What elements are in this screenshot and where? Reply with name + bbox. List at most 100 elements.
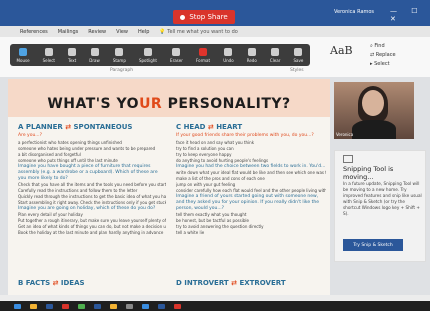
section-word2: IDEAS [60, 279, 85, 287]
participant-name: Veronica [336, 132, 354, 137]
text-icon [68, 47, 77, 56]
snipping-tool-notification: Snipping Tool is moving... In a future u… [334, 150, 426, 262]
section-letter: D [176, 279, 182, 287]
tool-label: Clear [269, 57, 281, 63]
scissors-icon [343, 155, 353, 163]
taskbar-app-icon[interactable] [126, 303, 133, 309]
tool-label: Mouse [16, 57, 30, 63]
menu-item-mailings[interactable]: Mailings [58, 29, 79, 35]
list-item: Book the holiday at the last minute and … [18, 230, 164, 235]
taskbar-app-icon[interactable] [158, 303, 165, 309]
tool-label: Text [68, 57, 77, 63]
annotate-tool-spotlight[interactable]: Spotlight [138, 47, 157, 63]
taskbar-app-icon[interactable] [78, 303, 85, 309]
format-icon [199, 47, 208, 56]
try-snip-sketch-button[interactable]: Try Snip & Sketch [343, 239, 403, 251]
section-word2: SPONTANEOUS [73, 123, 133, 131]
find-button[interactable]: ⌕ Find [370, 42, 396, 51]
section-introvert-extrovert-heading: D INTROVERT ⇄ EXTROVERT [176, 279, 286, 287]
replace-label: Replace [375, 52, 396, 58]
styles-preview[interactable]: AaB [330, 44, 353, 57]
tool-label: Undo [223, 57, 234, 63]
video-feed[interactable] [334, 82, 414, 139]
group-styles: Styles [290, 68, 304, 73]
save-icon [294, 47, 303, 56]
editing-group: ⌕ Find ⇄ Replace ▸ Select [370, 42, 396, 69]
section-word1: PLANNER [25, 123, 63, 131]
annotate-tool-redo[interactable]: Redo [246, 47, 257, 63]
section-planner-spontaneous: A PLANNER ⇄ SPONTANEOUS Are you...? a pe… [18, 123, 166, 236]
annotate-tool-save[interactable]: Save [293, 47, 304, 63]
ribbon-group-labels: Paragraph Styles [0, 68, 430, 76]
section-head-heart: C HEAD ⇄ HEART If your good friends shar… [176, 123, 326, 236]
taskbar-app-icon[interactable] [62, 303, 69, 309]
section-subquestion: If your good friends share their problem… [176, 133, 314, 138]
annotate-tool-format[interactable]: Format [195, 47, 211, 63]
question: Imagine a friend of yours started going … [176, 194, 319, 211]
select-icon [44, 47, 53, 56]
title-prefix: WHAT'S YO [47, 96, 140, 112]
annotate-tool-text[interactable]: Text [68, 47, 77, 63]
spotlight-icon [143, 47, 152, 56]
taskbar-app-icon[interactable] [30, 303, 37, 309]
section-heading: C HEAD ⇄ HEART [176, 123, 243, 131]
taskbar-app-icon[interactable] [46, 303, 53, 309]
menu-item-help[interactable]: Help [138, 29, 149, 35]
undo-icon [224, 47, 233, 56]
question: Imagine you have bought a piece of furni… [18, 164, 158, 181]
section-letter: C [176, 123, 182, 131]
annotate-tool-select[interactable]: Select [42, 47, 55, 63]
menu-item-view[interactable]: View [116, 29, 128, 35]
redo-icon [247, 47, 256, 56]
annotate-tool-eraser[interactable]: Eraser [170, 47, 183, 63]
annotate-tool-mouse[interactable]: Mouse [16, 47, 30, 63]
tool-label: Draw [89, 57, 100, 63]
taskbar-app-icon[interactable] [94, 303, 101, 309]
taskbar-app-icon[interactable] [142, 303, 149, 309]
section-word1: FACTS [25, 279, 51, 287]
stop-share-button[interactable]: Stop Share [173, 10, 235, 24]
section-facts-ideas-heading: B FACTS ⇄ IDEAS [18, 279, 85, 287]
section-word2: HEART [216, 123, 243, 131]
tool-label: Save [293, 57, 304, 63]
document-page: WHAT'S YOUR PERSONALITY? A PLANNER ⇄ SPO… [8, 79, 330, 295]
title-highlight: UR [139, 96, 163, 112]
taskbar-app-icon[interactable] [174, 303, 181, 309]
annotate-tool-undo[interactable]: Undo [223, 47, 234, 63]
annotate-tool-draw[interactable]: Draw [89, 47, 100, 63]
select-label: Select [374, 61, 390, 67]
tool-label: Spotlight [138, 57, 157, 63]
notification-title: Snipping Tool is moving... [343, 165, 394, 181]
section-word2: EXTROVERT [239, 279, 286, 287]
mouse-icon [19, 47, 28, 56]
tool-label: Stamp [112, 57, 126, 63]
menu-item-references[interactable]: References [20, 29, 48, 35]
notification-body: In a future update, Snipping Tool will b… [343, 181, 422, 216]
tool-label: Select [42, 57, 55, 63]
taskbar [0, 301, 430, 311]
annotation-toolbar: Mouse Select Text Draw Stamp Spotlight Eraser F… [10, 44, 310, 66]
replace-button[interactable]: ⇄ Replace [370, 51, 396, 60]
tool-label: Format [195, 57, 211, 63]
menu-item-review[interactable]: Review [88, 29, 106, 35]
tell-me-search[interactable]: 💡 Tell me what you want to do [159, 29, 237, 35]
participant-body [352, 120, 396, 139]
stamp-icon [115, 47, 124, 56]
taskbar-app-icon[interactable] [14, 303, 21, 309]
list-item: tell a white lie [176, 230, 205, 235]
stop-share-label: Stop Share [189, 13, 228, 21]
tell-me-label: Tell me what you want to do [167, 28, 238, 35]
window-controls[interactable]: — ☐ ✕ [390, 7, 430, 23]
stop-icon [180, 14, 186, 20]
tool-label: Redo [246, 57, 257, 63]
annotate-tool-stamp[interactable]: Stamp [112, 47, 126, 63]
find-label: Find [374, 43, 385, 49]
section-letter: A [18, 123, 24, 131]
menu-bar: References Mailings Review View Help 💡 T… [0, 26, 430, 37]
section-word1: HEAD [183, 123, 206, 131]
annotate-tool-clear[interactable]: Clear [269, 47, 281, 63]
section-heading: A PLANNER ⇄ SPONTANEOUS [18, 123, 133, 131]
taskbar-app-icon[interactable] [110, 303, 117, 309]
title-suffix: PERSONALITY? [162, 96, 291, 112]
draw-icon [90, 47, 99, 56]
